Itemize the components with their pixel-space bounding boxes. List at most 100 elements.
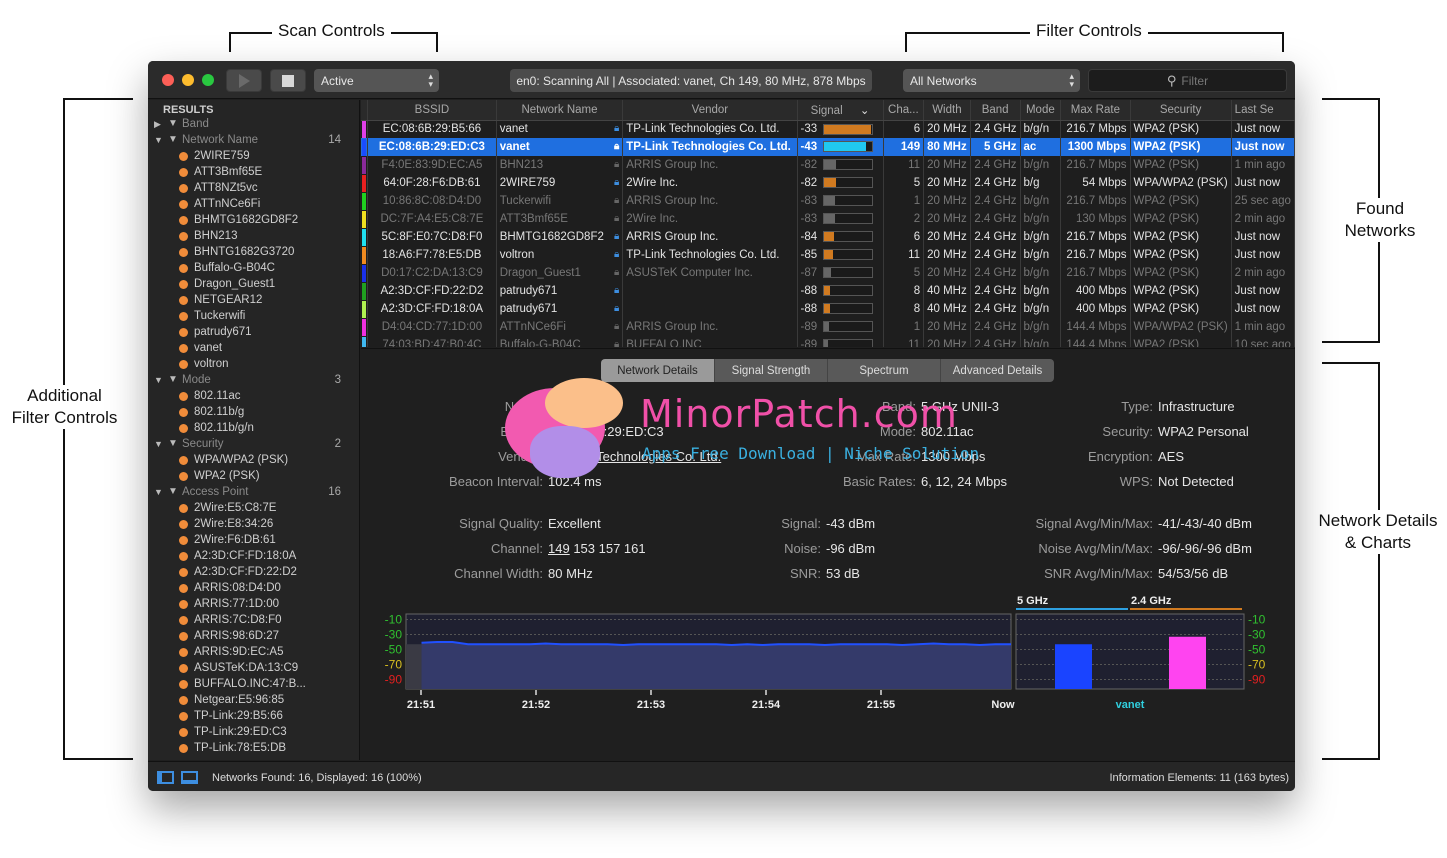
sidebar-filter-item[interactable]: 2Wire:E5:C8:7E [148,500,359,516]
sidebar-filter-item[interactable]: ARRIS:08:D4:D0 [148,580,359,596]
sidebar-filter-item[interactable]: BHN213 [148,228,359,244]
watermark-logo [505,378,623,480]
table-row[interactable]: A2:3D:CF:FD:22:D2 patrudy671 🔒︎ -88 8 40 … [361,282,1295,300]
detail-field: Channel: 149 153 157 161 [361,541,646,556]
sidebar-filter-item[interactable]: A2:3D:CF:FD:22:D2 [148,564,359,580]
sidebar-filter-item[interactable]: Buffalo-G-B04C [148,260,359,276]
cell-last-seen: Just now [1231,138,1295,156]
sidebar-filter-item[interactable]: NETGEAR12 [148,292,359,308]
sidebar-filter-item[interactable]: ATTnNCe6Fi [148,196,359,212]
sidebar-filter-item[interactable]: ATT3Bmf65E [148,164,359,180]
zoom-button[interactable] [202,74,214,86]
col-security[interactable]: Security [1130,100,1232,121]
start-scan-button[interactable] [226,69,262,92]
table-row[interactable]: 18:A6:F7:78:E5:DB voltron 🔒︎ TP-Link Tech… [361,246,1295,264]
sidebar-filter-item[interactable]: WPA2 (PSK) [148,468,359,484]
sidebar-group[interactable]: ▼ ▼ Security 2 [148,436,359,452]
filter-status-dot-icon [179,648,188,657]
disclosure-open-icon[interactable]: ▼ [154,436,163,452]
sidebar-filter-item[interactable]: WPA/WPA2 (PSK) [148,452,359,468]
sidebar-toggle-icon[interactable] [157,771,174,784]
sidebar-filter-item[interactable]: Tuckerwifi [148,308,359,324]
stop-scan-button[interactable] [270,69,306,92]
col-mode[interactable]: Mode [1020,100,1062,121]
disclosure-open-icon[interactable]: ▼ [154,372,163,388]
sidebar-filter-item[interactable]: voltron [148,356,359,372]
cell-width: 20 MHz [923,210,971,228]
sidebar-filter-item[interactable]: 802.11ac [148,388,359,404]
sidebar-group[interactable]: ▶ ▼ Band [148,116,359,132]
table-row[interactable]: D4:04:CD:77:1D:00 ATTnNCe6Fi 🔒︎ ARRIS Gro… [361,318,1295,336]
table-row[interactable]: 10:86:8C:08:D4:D0 Tuckerwifi 🔒︎ ARRIS Gro… [361,192,1295,210]
table-row[interactable]: A2:3D:CF:FD:18:0A patrudy671 🔒︎ -88 8 40 … [361,300,1295,318]
col-band[interactable]: Band [970,100,1021,121]
table-row[interactable]: 5C:8F:E0:7C:D8:F0 BHMTG1682GD8F2 🔒︎ ARRIS… [361,228,1295,246]
cell-last-seen: 2 min ago [1231,210,1295,228]
cell-signal: -83 [797,192,884,210]
disclosure-open-icon[interactable]: ▼ [154,132,163,148]
sidebar-filter-item[interactable]: BUFFALO.INC:47:B... [148,676,359,692]
lock-icon: 🔒︎ [613,177,620,188]
col-network-name[interactable]: Network Name [496,100,624,121]
sidebar-filter-item[interactable]: 802.11b/g/n [148,420,359,436]
row-color-indicator [361,156,369,174]
col-vendor[interactable]: Vendor [622,100,798,121]
tab-spectrum[interactable]: Spectrum [828,359,941,382]
network-filter-select[interactable]: All Networks ▴ ▾ [903,69,1080,92]
cell-band: 2.4 GHz [970,228,1021,246]
table-row[interactable]: D0:17:C2:DA:13:C9 Dragon_Guest1 🔒︎ ASUSTe… [361,264,1295,282]
sidebar-filter-item[interactable]: TP-Link:29:ED:C3 [148,724,359,740]
col-bssid[interactable]: BSSID [367,100,497,121]
cell-max-rate: 144.4 Mbps [1060,336,1131,347]
filter-status-dot-icon [179,696,188,705]
detail-toggle-icon[interactable] [181,771,198,784]
tab-signal-strength[interactable]: Signal Strength [715,359,828,382]
sidebar-filter-item[interactable]: TP-Link:78:E5:DB [148,740,359,756]
table-row[interactable]: EC:08:6B:29:B5:66 vanet 🔒︎ TP-Link Techno… [361,120,1295,138]
sidebar-filter-item[interactable]: vanet [148,340,359,356]
filter-input[interactable]: ⚲ Filter [1088,69,1287,92]
sidebar-filter-label: BHN213 [194,230,238,242]
signal-bar-fill [824,124,871,134]
sidebar-filter-item[interactable]: Dragon_Guest1 [148,276,359,292]
sidebar-filter-item[interactable]: BHNTG1682G3720 [148,244,359,260]
sidebar-filter-item[interactable]: ATT8NZt5vc [148,180,359,196]
filter-status-dot-icon [179,344,188,353]
col-signal[interactable]: Signal ⌄ [797,100,884,121]
table-row[interactable]: 64:0F:28:F6:DB:61 2WIRE759 🔒︎ 2Wire Inc. … [361,174,1295,192]
detail-value: 80 MHz [548,566,593,581]
detail-value: -41/-43/-40 dBm [1158,516,1252,531]
minimize-button[interactable] [182,74,194,86]
sidebar-group[interactable]: ▼ ▼ Mode 3 [148,372,359,388]
sidebar-filter-item[interactable]: 2Wire:E8:34:26 [148,516,359,532]
col-last-seen[interactable]: Last Se [1231,100,1295,121]
col-max-rate[interactable]: Max Rate [1060,100,1131,121]
sidebar-filter-item[interactable]: Netgear:E5:96:85 [148,692,359,708]
sidebar-filter-item[interactable]: ARRIS:77:1D:00 [148,596,359,612]
sidebar-filter-item[interactable]: patrudy671 [148,324,359,340]
sidebar-filter-item[interactable]: 2WIRE759 [148,148,359,164]
sidebar-filter-item[interactable]: ARRIS:7C:D8:F0 [148,612,359,628]
sidebar-filter-item[interactable]: 802.11b/g [148,404,359,420]
sidebar-filter-item[interactable]: A2:3D:CF:FD:18:0A [148,548,359,564]
disclosure-open-icon[interactable]: ▼ [154,484,163,500]
sidebar-filter-item[interactable]: 2Wire:F6:DB:61 [148,532,359,548]
tab-advanced-details[interactable]: Advanced Details [941,359,1054,382]
table-row[interactable]: 74:03:BD:47:B0:4C Buffalo-G-B04C 🔒︎ BUFFA… [361,336,1295,347]
sidebar-filter-item[interactable]: BHMTG1682GD8F2 [148,212,359,228]
sidebar-filter-item[interactable]: ARRIS:9D:EC:A5 [148,644,359,660]
sidebar-group[interactable]: ▼ ▼ Network Name 14 [148,132,359,148]
y-tick-label: -70 [385,658,403,672]
sidebar-filter-item[interactable]: ASUSTeK:DA:13:C9 [148,660,359,676]
sidebar-filter-item[interactable]: TP-Link:29:B5:66 [148,708,359,724]
scan-mode-select[interactable]: Active ▴ ▾ [314,69,439,92]
sidebar-group[interactable]: ▼ ▼ Access Point 16 [148,484,359,500]
sidebar-filter-item[interactable]: ARRIS:98:6D:27 [148,628,359,644]
disclosure-closed-icon[interactable]: ▶ [154,116,161,132]
col-width[interactable]: Width [923,100,971,121]
table-row[interactable]: DC:7F:A4:E5:C8:7E ATT3Bmf65E 🔒︎ 2Wire Inc… [361,210,1295,228]
table-row[interactable]: F4:0E:83:9D:EC:A5 BHN213 🔒︎ ARRIS Group I… [361,156,1295,174]
close-button[interactable] [162,74,174,86]
col-channel[interactable]: Cha... [883,100,925,121]
table-row[interactable]: EC:08:6B:29:ED:C3 vanet 🔒︎ TP-Link Techno… [361,138,1295,156]
